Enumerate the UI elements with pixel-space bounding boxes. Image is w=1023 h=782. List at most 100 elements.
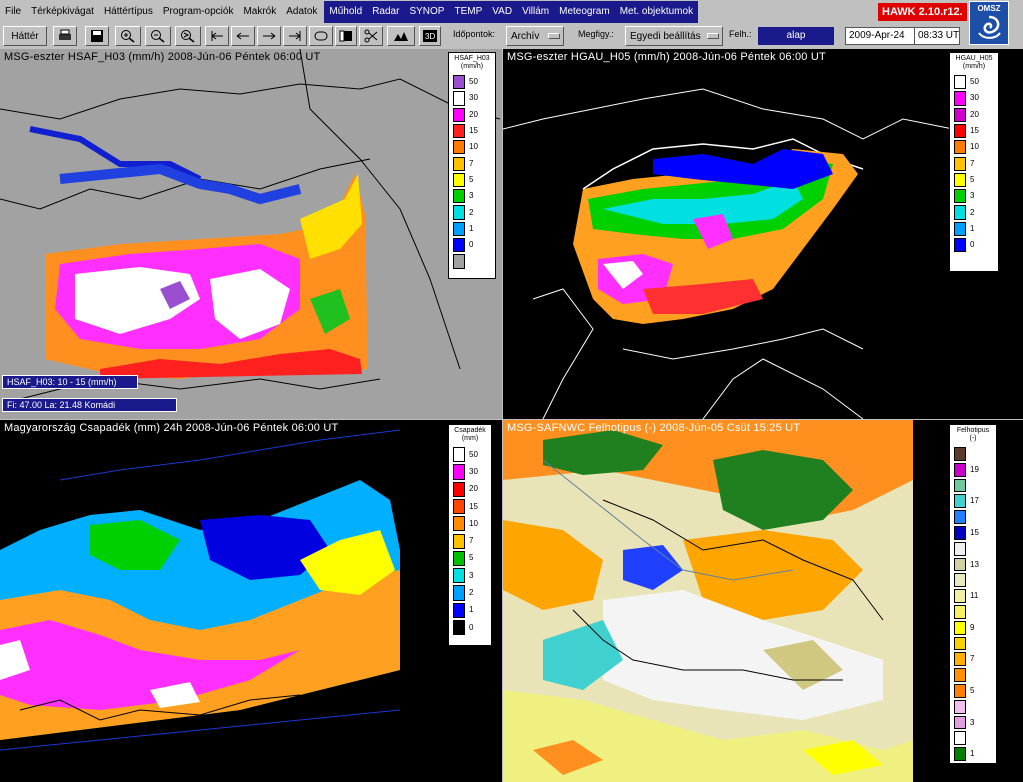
menu-hattertipus[interactable]: Háttértípus	[99, 2, 158, 22]
legend-title: Felhotipus	[956, 427, 990, 434]
menu-radar[interactable]: Radar	[367, 2, 404, 22]
legend-label: 30	[970, 93, 979, 103]
legend-swatch	[954, 189, 966, 204]
menu-met-objektumok[interactable]: Met. objektumok	[615, 2, 698, 22]
precip-map-1	[0, 49, 501, 400]
data-source-menu: Műhold Radar SYNOP TEMP VAD Villám Meteo…	[324, 1, 699, 23]
legend-label: 50	[469, 449, 478, 459]
first-frame-icon[interactable]	[205, 26, 229, 46]
panel-layout-icon[interactable]	[335, 26, 357, 46]
version-badge: HAWK 2.10.r12.	[878, 3, 967, 21]
legend-swatch	[954, 478, 966, 493]
menu-synop[interactable]: SYNOP	[404, 2, 449, 22]
menu-muhold[interactable]: Műhold	[324, 2, 367, 22]
cut-icon[interactable]	[359, 26, 383, 46]
legend-label: 2	[469, 207, 474, 217]
menu-bar: File Térképkivágat Háttértípus Program-o…	[0, 0, 1023, 24]
legend-swatch	[453, 205, 465, 220]
print-icon[interactable]	[53, 26, 77, 46]
legend-swatch	[453, 140, 465, 155]
time-field[interactable]: 08:33 UT	[914, 27, 960, 45]
menu-adatok[interactable]: Adatok	[281, 2, 322, 22]
legend-label: 0	[469, 622, 474, 632]
legend-swatch	[954, 238, 966, 253]
legend-swatch	[453, 107, 465, 122]
legend-label: 2	[970, 207, 975, 217]
legend-swatch	[954, 731, 966, 746]
archiv-dropdown[interactable]: Archív	[506, 26, 564, 46]
legend-csapadek: Csapadék (mm) 50 30 20 15 10 7 5 3 2 1 0	[448, 424, 492, 646]
panel-felhotipus[interactable]: MSG-SAFNWC Felhotipus (-) 2008-Jún-05 Cs…	[503, 420, 1023, 782]
legend-label: 1	[970, 749, 975, 759]
date-field[interactable]: 2009-Apr-24	[845, 27, 915, 45]
legend-label: 1	[970, 223, 975, 233]
menu-program-opciok[interactable]: Program-opciók	[158, 2, 239, 22]
legend-label: 7	[469, 158, 474, 168]
legend-swatch	[453, 254, 465, 269]
megfigy-dropdown[interactable]: Egyedi beállítás	[625, 26, 723, 46]
chevron-down-icon	[707, 33, 719, 39]
legend-unit: (mm/h)	[460, 63, 484, 70]
legend-hsaf-h03: HSAF_H03 (mm/h) 50 30 20 15 10 7 5 3 2 1 0	[448, 52, 496, 279]
legend-label: 15	[970, 126, 979, 136]
legend-swatch	[954, 620, 966, 635]
legend-label: 50	[970, 77, 979, 87]
legend-swatch	[954, 156, 966, 171]
vertical-divider	[502, 49, 503, 782]
3d-icon[interactable]: 3D	[419, 26, 441, 46]
panel-title: MSG-eszter HGAU_H05 (mm/h) 2008-Jún-06 P…	[507, 51, 826, 63]
menu-temp[interactable]: TEMP	[449, 2, 487, 22]
legend-swatch	[954, 605, 966, 619]
idopontok-label: Időpontok:	[453, 29, 496, 39]
legend-swatch	[453, 533, 465, 549]
zoom-in-icon[interactable]	[115, 26, 141, 46]
next-frame-icon[interactable]	[257, 26, 281, 46]
legend-swatch	[453, 447, 465, 463]
last-frame-icon[interactable]	[283, 26, 307, 46]
prev-frame-icon[interactable]	[231, 26, 255, 46]
panel-hsaf-h03[interactable]: MSG-eszter HSAF_H03 (mm/h) 2008-Jún-06 P…	[0, 49, 502, 419]
legend-label: 15	[469, 501, 478, 511]
menu-vad[interactable]: VAD	[487, 2, 517, 22]
legend-label: 5	[970, 174, 975, 184]
logo-text: OMSZ	[977, 4, 1001, 13]
precip-map-2	[503, 88, 954, 419]
save-icon[interactable]	[85, 26, 109, 46]
menu-villam[interactable]: Villám	[517, 2, 554, 22]
legend-title: Csapadék	[454, 427, 486, 434]
menu-meteogram[interactable]: Meteogram	[554, 2, 615, 22]
legend-title: HSAF_H03	[454, 55, 490, 62]
menu-file[interactable]: File	[0, 2, 26, 22]
legend-label: 2	[469, 588, 474, 598]
value-readout: HSAF_H03: 10 - 15 (mm/h)	[2, 375, 138, 389]
legend-swatch	[453, 516, 465, 532]
legend-swatch	[954, 494, 966, 509]
zoom-out-icon[interactable]	[145, 26, 171, 46]
mountains-icon[interactable]	[387, 26, 415, 46]
swirl-icon	[978, 15, 1001, 39]
legend-swatch	[954, 75, 966, 90]
legend-label: 15	[469, 126, 478, 136]
felh-field[interactable]: alap	[758, 27, 834, 45]
menu-terkepkivagat[interactable]: Térképkivágat	[26, 2, 99, 22]
panel-hgau-h05[interactable]: MSG-eszter HGAU_H05 (mm/h) 2008-Jún-06 P…	[503, 49, 1023, 419]
legend-swatch	[453, 498, 465, 515]
legend-swatch	[954, 557, 966, 572]
legend-swatch	[453, 172, 465, 188]
panel-title: MSG-eszter HSAF_H03 (mm/h) 2008-Jún-06 P…	[4, 51, 321, 63]
legend-label: 5	[469, 553, 474, 563]
legend-swatch	[453, 238, 465, 253]
zoom-reset-icon[interactable]	[175, 26, 201, 46]
toolbar: Háttér 3D Időpontok: Archív Megfigy.: Eg…	[0, 24, 965, 48]
loop-icon[interactable]	[309, 26, 333, 46]
hatter-button[interactable]: Háttér	[3, 26, 47, 46]
megfigy-label: Megfigy.:	[578, 29, 614, 39]
legend-swatch	[954, 510, 966, 524]
panel-csapadek[interactable]: Magyarország Csapadék (mm) 24h 2008-Jún-…	[0, 420, 502, 782]
legend-swatch	[954, 747, 966, 761]
legend-label: 3	[469, 191, 474, 201]
legend-swatch	[954, 668, 966, 682]
legend-swatch	[954, 684, 966, 698]
menu-makrok[interactable]: Makrók	[238, 2, 281, 22]
legend-label: 15	[970, 527, 979, 537]
